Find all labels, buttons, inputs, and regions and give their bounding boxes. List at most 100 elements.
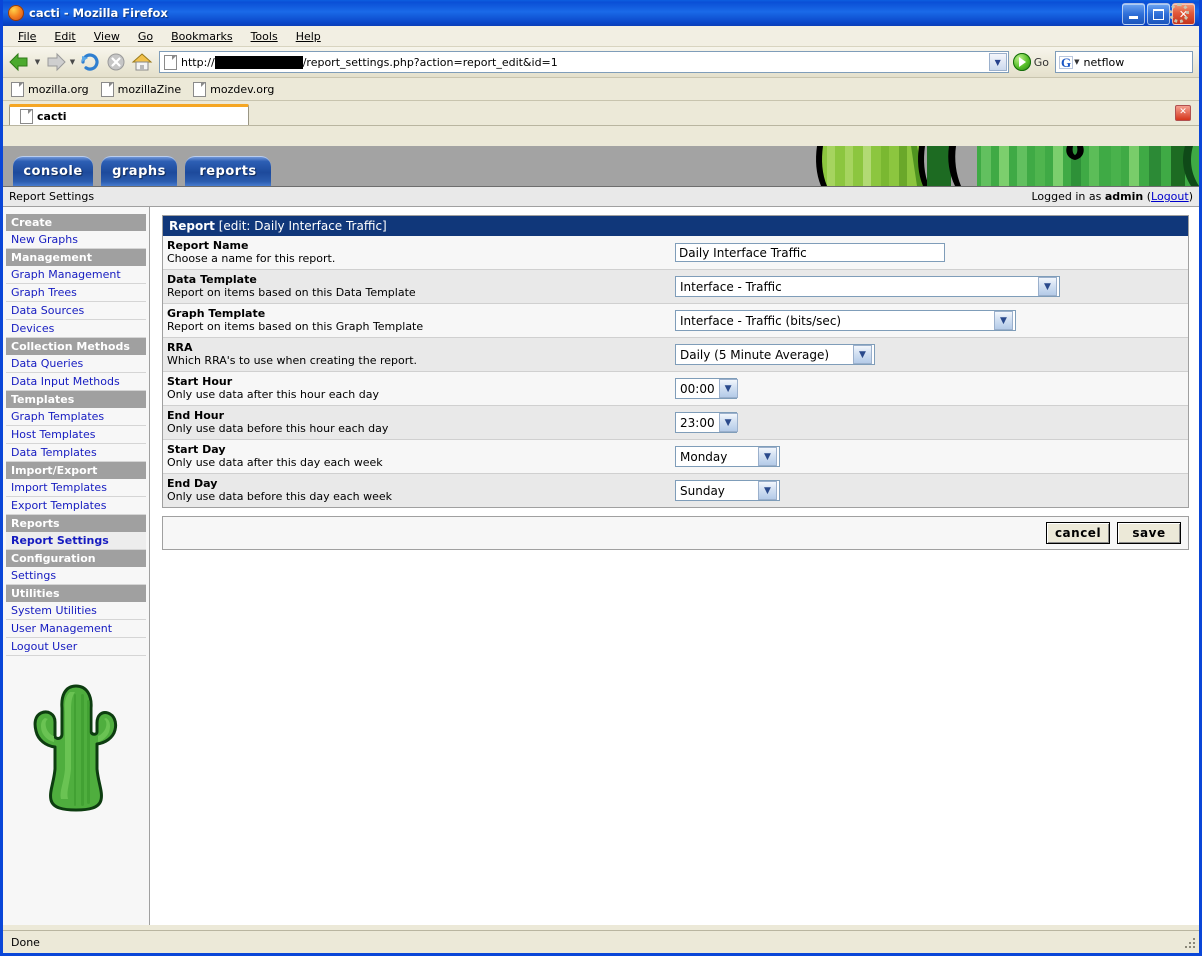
sidebar-item-data-templates[interactable]: Data Templates [6,444,146,462]
rra-select[interactable]: Daily (5 Minute Average) ▼ [675,344,875,365]
menu-bookmarks[interactable]: Bookmarks [162,28,241,45]
tab-cacti[interactable]: cacti [9,104,249,125]
bookmark-doc-icon [193,81,207,97]
sidebar-item-graph-management[interactable]: Graph Management [6,266,146,284]
sidebar-item-data-queries[interactable]: Data Queries [6,355,146,373]
resize-grip-icon[interactable] [1183,937,1197,951]
browser-window: cacti - Mozilla Firefox ✕ File Edit View… [0,0,1202,956]
status-bar: Done [3,930,1199,953]
menu-help[interactable]: Help [287,28,330,45]
select-value: 23:00 [680,415,715,430]
url-bar[interactable]: http:// /report_settings.php?action=repo… [159,51,1009,73]
bookmark-mozilla-org[interactable]: mozilla.org [9,81,89,97]
sidebar-header-import-export: Import/Export [6,462,146,479]
minimize-button[interactable] [1122,3,1145,25]
bookmark-mozdev-org[interactable]: mozdev.org [191,81,274,97]
chevron-down-icon[interactable]: ▼ [1038,277,1057,296]
back-dropdown-icon[interactable]: ▼ [33,58,42,66]
field-label: Data Template [167,273,257,286]
sidebar-item-host-templates[interactable]: Host Templates [6,426,146,444]
cacti-tab-console[interactable]: console [13,156,93,186]
chevron-down-icon[interactable]: ▼ [758,447,777,466]
sidebar-item-devices[interactable]: Devices [6,320,146,338]
cacti-tab-graphs[interactable]: graphs [101,156,177,186]
chevron-down-icon[interactable]: ▼ [994,311,1013,330]
cancel-button[interactable]: cancel [1046,522,1110,544]
chevron-down-icon[interactable]: ▼ [718,379,738,398]
menu-bar: File Edit View Go Bookmarks Tools Help [3,3,1199,47]
form-label-cell: Graph Template Report on items based on … [163,304,675,337]
sidebar-item-graph-trees[interactable]: Graph Trees [6,284,146,302]
bookmark-doc-icon [11,81,24,97]
save-button[interactable]: save [1117,522,1181,544]
report-name-input[interactable]: Daily Interface Traffic [675,243,945,262]
end-hour-select[interactable]: 23:00 ▼ [675,412,738,433]
menu-bookmarks-label: Bookmarks [171,29,233,43]
home-icon[interactable] [129,49,155,75]
sidebar-item-export-templates[interactable]: Export Templates [6,497,146,515]
form-row-data-template: Data Template Report on items based on t… [163,270,1188,304]
chevron-down-icon[interactable]: ▼ [758,481,777,500]
page-body: Create New Graphs Management Graph Manag… [3,207,1199,925]
search-engine-caret-icon[interactable]: ▼ [1074,58,1079,66]
sidebar-item-graph-templates[interactable]: Graph Templates [6,408,146,426]
field-label: Start Hour [167,375,233,388]
menu-view[interactable]: View [85,28,129,45]
form-action-bar: cancel save [162,516,1189,550]
login-status-prefix: Logged in as [1031,190,1105,203]
graph-template-select[interactable]: Interface - Traffic (bits/sec) ▼ [675,310,1016,331]
form-input-cell: Sunday ▼ [675,477,1188,504]
sidebar-item-report-settings[interactable]: Report Settings [6,532,146,550]
form-input-cell: Interface - Traffic (bits/sec) ▼ [675,307,1188,334]
field-label: End Hour [167,409,225,422]
sidebar-header-collection-methods: Collection Methods [6,338,146,355]
search-bar[interactable]: G ▼ netflow [1055,51,1193,73]
start-hour-select[interactable]: 00:00 ▼ [675,378,738,399]
field-description: Only use data before this hour each day [167,422,389,435]
sidebar-item-user-management[interactable]: User Management [6,620,146,638]
data-template-select[interactable]: Interface - Traffic ▼ [675,276,1060,297]
field-label: Graph Template [167,307,266,320]
url-dropdown-icon[interactable]: ▼ [988,53,1007,71]
sidebar-header-create: Create [6,214,146,231]
tab-label: cacti [37,109,67,123]
sidebar-item-import-templates[interactable]: Import Templates [6,479,146,497]
google-icon[interactable]: G [1059,55,1074,69]
back-icon[interactable] [7,49,33,75]
sidebar-item-new-graphs[interactable]: New Graphs [6,231,146,249]
reload-icon[interactable] [77,49,103,75]
form-label-cell: Start Hour Only use data after this hour… [163,372,675,405]
logout-link[interactable]: Logout [1151,190,1189,203]
sidebar-item-data-sources[interactable]: Data Sources [6,302,146,320]
field-description: Report on items based on this Graph Temp… [167,320,424,333]
sidebar-item-data-input-methods[interactable]: Data Input Methods [6,373,146,391]
search-input-value[interactable]: netflow [1084,56,1125,69]
form-input-cell: Daily (5 Minute Average) ▼ [675,341,1188,368]
cacti-tab-reports[interactable]: reports [185,156,271,186]
end-day-select[interactable]: Sunday ▼ [675,480,780,501]
menu-edit[interactable]: Edit [45,28,84,45]
url-text: http:// /report_settings.php?action=repo… [181,55,558,69]
chevron-down-icon[interactable]: ▼ [718,413,738,432]
sidebar-item-system-utilities[interactable]: System Utilities [6,602,146,620]
tab-close-icon[interactable]: ✕ [1175,105,1191,121]
bookmark-mozillazine[interactable]: mozillaZine [99,81,181,97]
sidebar-nav: Create New Graphs Management Graph Manag… [3,207,150,925]
menu-tools[interactable]: Tools [242,28,287,45]
tab-doc-icon [20,108,33,124]
form-input-cell: 00:00 ▼ [675,375,1188,402]
sidebar-item-logout-user[interactable]: Logout User [6,638,146,656]
sidebar-item-settings[interactable]: Settings [6,567,146,585]
go-button[interactable] [1012,53,1031,71]
maximize-button[interactable] [1147,3,1170,25]
field-label: Start Day [167,443,226,456]
menu-go[interactable]: Go [129,28,162,45]
start-day-select[interactable]: Monday ▼ [675,446,780,467]
report-panel-subtitle: [edit: Daily Interface Traffic] [214,219,387,233]
title-bar: cacti - Mozilla Firefox ✕ [3,0,1199,26]
chevron-down-icon[interactable]: ▼ [853,345,872,364]
form-input-cell: Monday ▼ [675,443,1188,470]
menu-file[interactable]: File [9,28,45,45]
sidebar-header-configuration: Configuration [6,550,146,567]
cactus-banner-graphic [799,146,1199,186]
